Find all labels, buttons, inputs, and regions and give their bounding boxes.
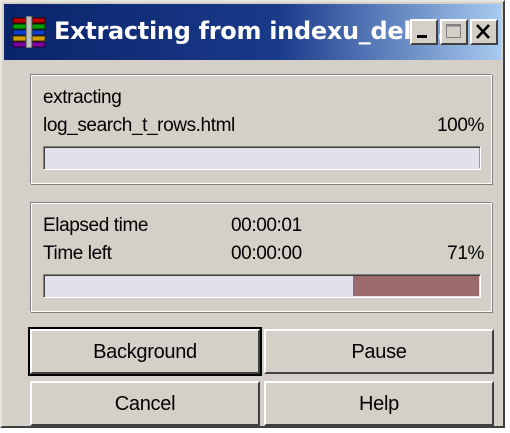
file-progress-group: extracting log_search_t_rows.html 100%: [30, 74, 492, 184]
elapsed-time-value: 00:00:01: [231, 215, 302, 236]
close-icon: [476, 24, 490, 39]
time-left-label: Time left: [43, 243, 112, 264]
extract-status-label: extracting: [43, 87, 122, 108]
total-progress-bar: [43, 274, 481, 298]
total-progress-remaining: [353, 276, 479, 296]
window-title: Extracting from indexu_delu...: [54, 17, 455, 45]
maximize-button[interactable]: [440, 19, 468, 45]
total-percent-label: 71%: [447, 243, 484, 264]
archive-books-icon: [12, 15, 46, 49]
total-progress-group: Elapsed time 00:00:01 Time left 00:00:00…: [30, 202, 492, 312]
cancel-button[interactable]: Cancel: [30, 381, 260, 426]
file-progress-fill: [45, 148, 480, 168]
elapsed-time-label: Elapsed time: [43, 215, 149, 236]
file-progress-bar: [43, 146, 481, 170]
file-percent-label: 100%: [437, 115, 484, 136]
background-button[interactable]: Background: [28, 327, 262, 376]
total-progress-fill: [45, 276, 354, 296]
maximize-icon: [446, 24, 461, 38]
pause-button[interactable]: Pause: [264, 329, 494, 374]
help-button[interactable]: Help: [264, 381, 494, 426]
title-bar[interactable]: Extracting from indexu_delu...: [4, 4, 501, 60]
close-button[interactable]: [470, 19, 498, 45]
current-filename: log_search_t_rows.html: [43, 115, 235, 136]
extract-dialog: Extracting from indexu_delu... extractin…: [0, 0, 505, 428]
minimize-button[interactable]: [410, 19, 438, 45]
time-left-value: 00:00:00: [231, 243, 302, 264]
minimize-icon: [417, 35, 427, 38]
